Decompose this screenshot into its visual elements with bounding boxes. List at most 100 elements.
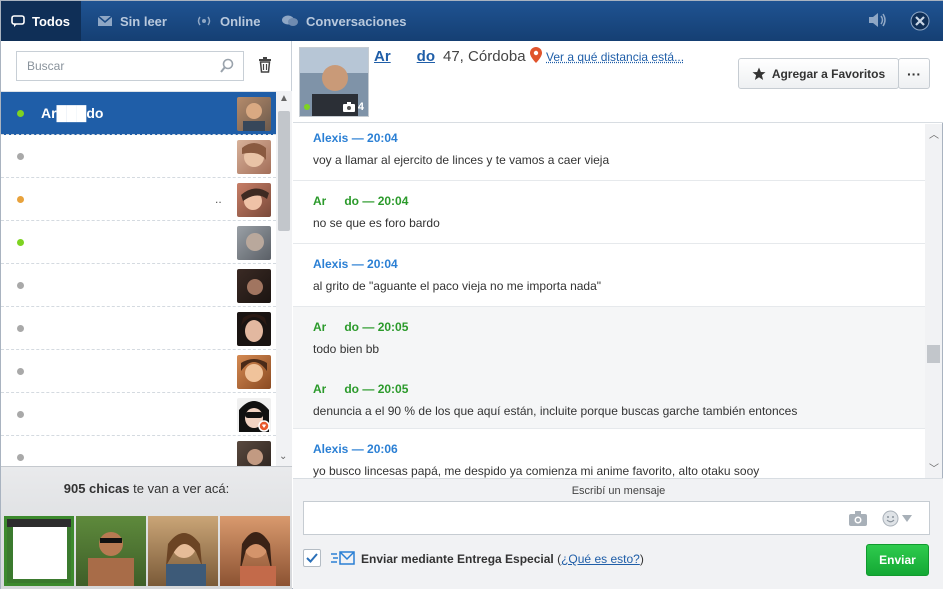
scrollbar-thumb[interactable] <box>927 345 940 363</box>
author-name-redacted <box>326 194 344 206</box>
promo-photo[interactable] <box>4 516 74 586</box>
promo-photo[interactable] <box>148 516 218 586</box>
special-delivery-checkbox[interactable] <box>303 549 321 567</box>
message-item: Alexis — 20:04 al grito de "aguante el p… <box>293 244 925 307</box>
smiley-icon <box>882 510 899 527</box>
offline-status-dot <box>17 153 24 160</box>
contact-name-redacted <box>39 319 107 337</box>
contact-list: Ar███do .. <box>1 91 276 466</box>
message-scrollbar[interactable]: ︿ ﹀ <box>925 124 942 518</box>
promo-photo[interactable] <box>76 516 146 586</box>
checkmark-icon <box>306 553 318 563</box>
top-navigation-bar: Todos Sin leer Online Conversaciones <box>1 1 943 41</box>
emoji-picker-button[interactable] <box>882 510 912 527</box>
message-text: al grito de "aguante el paco vieja no me… <box>313 279 905 293</box>
contact-name-redacted <box>39 190 215 208</box>
message-time: — 20:05 <box>362 320 408 334</box>
contact-row[interactable] <box>1 393 276 436</box>
offline-status-dot <box>17 282 24 289</box>
tab-todos-label: Todos <box>32 14 70 29</box>
more-options-icon: ··· <box>907 66 921 82</box>
contacts-panel: Ar███do .. <box>1 41 292 589</box>
trash-icon[interactable] <box>258 57 272 78</box>
message-time: — 20:04 <box>362 194 408 208</box>
search-box[interactable] <box>16 51 244 81</box>
add-favorites-label: Agregar a Favoritos <box>772 67 885 81</box>
author-name-redacted <box>326 320 344 332</box>
contact-avatar <box>237 269 271 303</box>
profile-name[interactable]: Ar do <box>374 48 435 65</box>
tab-conversaciones-label: Conversaciones <box>306 14 406 29</box>
away-status-dot <box>17 196 24 203</box>
search-input[interactable] <box>17 52 207 80</box>
more-options-button[interactable]: ··· <box>898 58 930 89</box>
contact-avatar <box>237 183 271 217</box>
message-time: — 20:05 <box>362 382 408 396</box>
message-input[interactable] <box>304 502 834 534</box>
message-text: voy a llamar al ejercito de linces y te … <box>313 153 905 167</box>
envelope-icon <box>97 15 113 27</box>
contact-row[interactable] <box>1 221 276 264</box>
offline-status-dot <box>17 454 24 461</box>
send-button[interactable]: Enviar <box>866 544 929 576</box>
scroll-up-icon[interactable]: ▲ <box>279 93 289 104</box>
signal-icon <box>195 14 213 28</box>
search-icon[interactable] <box>219 58 235 74</box>
camera-icon[interactable] <box>849 511 867 526</box>
contact-row[interactable] <box>1 264 276 307</box>
message-author: Alexis <box>313 257 348 271</box>
message-input-box[interactable] <box>303 501 930 535</box>
profile-name-end: do <box>417 48 435 65</box>
contact-row[interactable]: Ar███do <box>1 92 276 135</box>
message-time: — 20:04 <box>352 257 398 271</box>
compose-label: Escribí un mensaje <box>293 485 943 497</box>
online-status-dot <box>17 239 24 246</box>
message-time: — 20:04 <box>352 131 398 145</box>
scroll-down-icon[interactable]: ﹀ <box>929 460 939 475</box>
contact-avatar <box>237 226 271 260</box>
promo-text: 905 chicas te van a ver acá: <box>1 481 292 496</box>
special-delivery-icon <box>331 551 355 565</box>
what-is-this-link[interactable]: ¿Qué es esto? <box>561 552 640 566</box>
offline-status-dot <box>17 368 24 375</box>
tab-sin-leer[interactable]: Sin leer <box>87 1 177 41</box>
contact-name-redacted <box>35 233 105 251</box>
message-author-end: do <box>344 320 359 334</box>
message-author: Ar <box>313 194 326 208</box>
tab-online[interactable]: Online <box>185 1 270 41</box>
promo-caption: te van a ver acá: <box>133 481 229 496</box>
promo-panel: 905 chicas te van a ver acá: <box>1 466 292 589</box>
tab-online-label: Online <box>220 14 260 29</box>
caret-down-icon <box>902 515 912 522</box>
contact-name: Ar███do <box>41 105 103 121</box>
tab-conversaciones[interactable]: Conversaciones <box>271 1 416 41</box>
chat-bubble-icon <box>11 14 25 28</box>
message-composer: Escribí un mensaje Enviar mediante Entre… <box>293 478 943 589</box>
distance-link[interactable]: Ver a qué distancia está... <box>546 50 684 64</box>
message-meta: Alexis — 20:06 <box>313 442 905 456</box>
close-icon[interactable] <box>910 11 930 34</box>
speaker-icon[interactable] <box>867 11 889 32</box>
profile-photo[interactable]: 4 <box>299 47 369 117</box>
scrollbar-thumb[interactable] <box>278 111 290 231</box>
message-meta: Alexis — 20:04 <box>313 131 905 145</box>
contact-row[interactable] <box>1 436 276 466</box>
contact-row[interactable]: .. <box>1 178 276 221</box>
contact-row[interactable] <box>1 307 276 350</box>
contact-avatar <box>237 441 271 466</box>
message-author: Ar <box>313 382 326 396</box>
tab-todos[interactable]: Todos <box>1 1 81 41</box>
add-favorites-button[interactable]: Agregar a Favoritos <box>738 58 899 89</box>
message-author: Ar <box>313 320 326 334</box>
special-delivery-text: Enviar mediante Entrega Especial <box>361 552 554 566</box>
scroll-up-icon[interactable]: ︿ <box>929 126 939 141</box>
contact-row[interactable] <box>1 350 276 393</box>
promo-photo[interactable] <box>220 516 290 586</box>
contact-list-scrollbar[interactable]: ▲ ⌄ <box>276 91 292 466</box>
message-time: — 20:06 <box>352 442 398 456</box>
contact-row[interactable] <box>1 135 276 178</box>
contact-avatar <box>237 97 271 131</box>
contact-name-redacted <box>41 276 111 294</box>
contact-avatar <box>237 140 271 174</box>
scroll-down-icon[interactable]: ⌄ <box>279 451 287 462</box>
